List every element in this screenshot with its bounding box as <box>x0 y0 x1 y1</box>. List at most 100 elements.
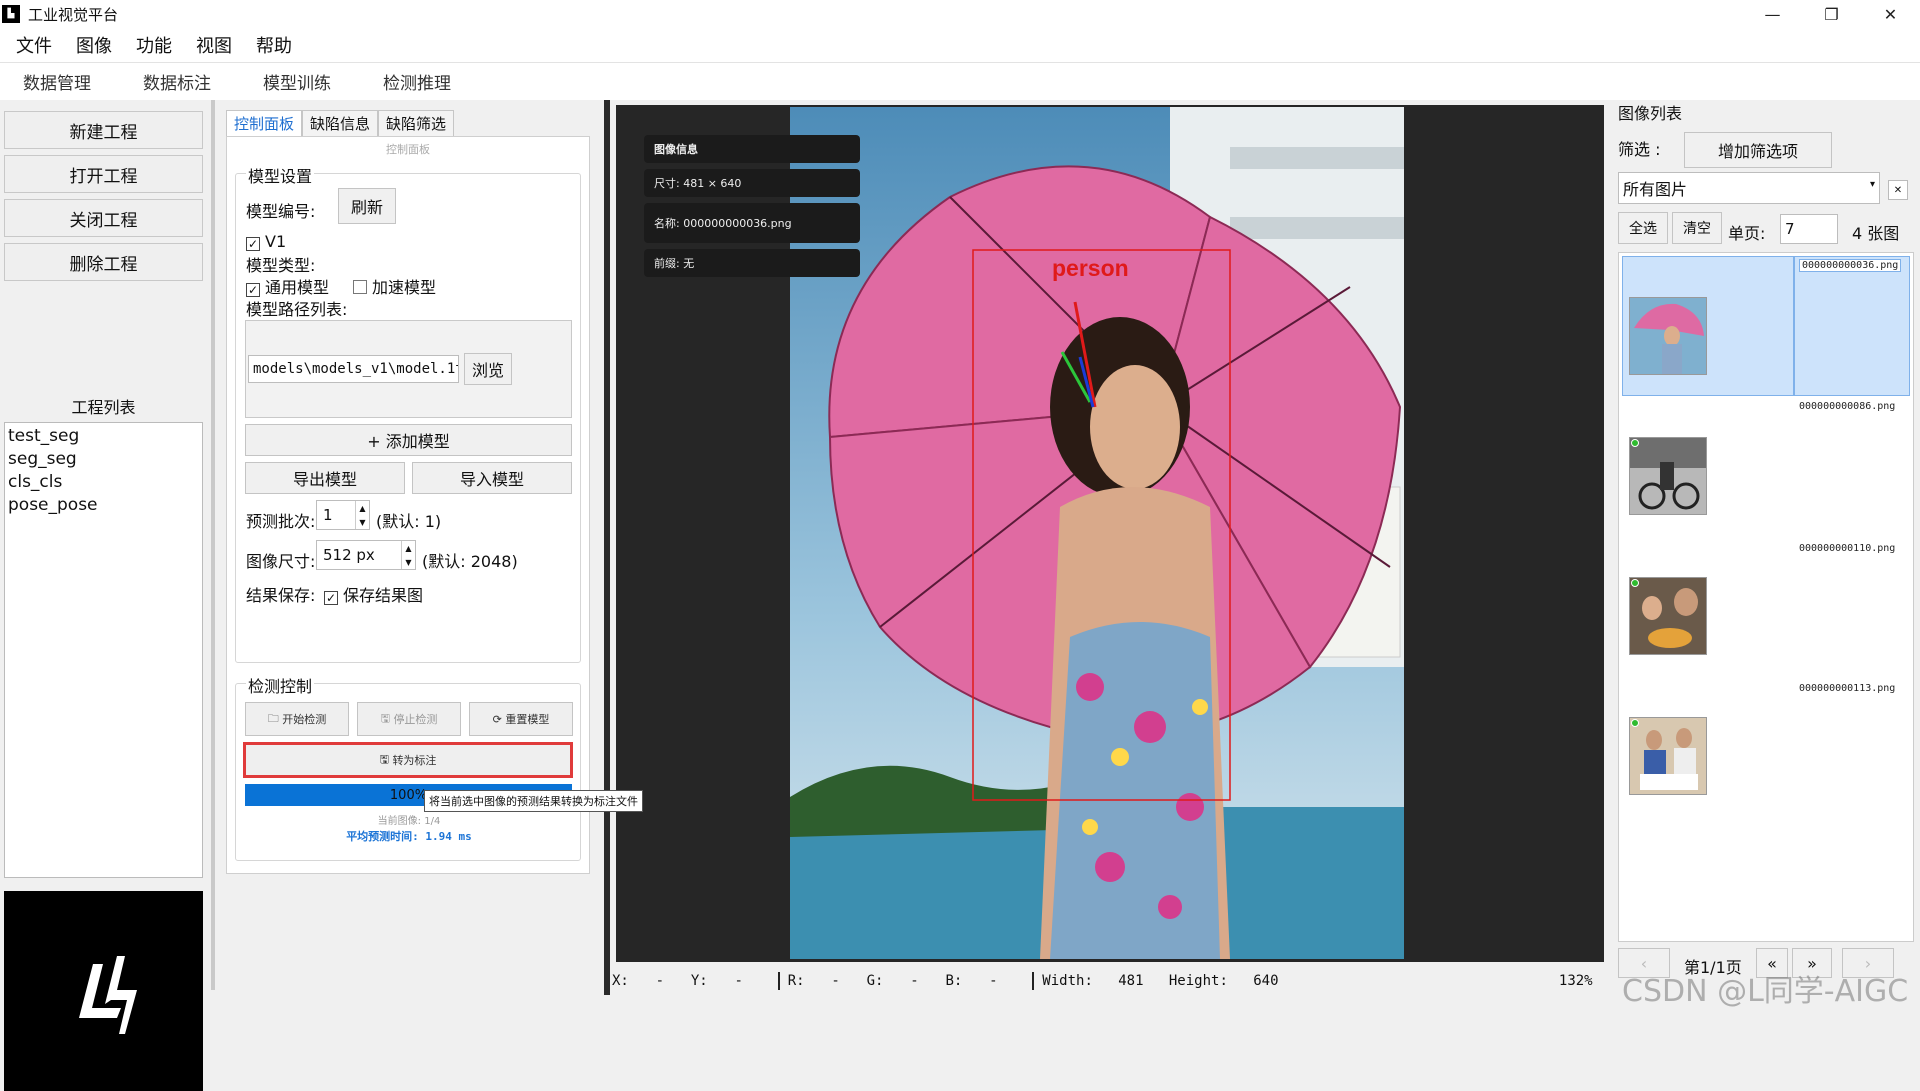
convert-to-annotation-button[interactable]: 🖫 转为标注 <box>243 742 573 778</box>
model-type-label: 模型类型: <box>246 256 316 275</box>
tab-data-management[interactable]: 数据管理 <box>23 69 91 94</box>
brand-logo <box>4 891 203 1091</box>
general-model-checkbox[interactable]: ✓ 通用模型 <box>246 274 329 298</box>
image-viewer[interactable]: person 图像信息 尺寸: 481 × 640 名称: 0000000000… <box>616 105 1604 962</box>
tab-defect-info[interactable]: 缺陷信息 <box>302 110 379 136</box>
status-bar: X: - Y: - R: - G: - B: - Width: 481 Height: 640… <box>612 968 1612 994</box>
delete-project-button[interactable]: 删除工程 <box>4 243 203 281</box>
tab-defect-filter[interactable]: 缺陷筛选 <box>378 110 455 136</box>
photo-scene <box>790 107 1404 959</box>
v1-checkbox[interactable]: ✓ V1 <box>246 232 286 251</box>
start-detect-label: 开始检测 <box>282 713 327 726</box>
zoom-level: 132% <box>1558 973 1593 989</box>
restore-icon[interactable]: ❐ <box>1802 0 1861 28</box>
brand-logo-icon <box>78 956 137 1034</box>
r-value: - <box>831 973 840 989</box>
model-path-field[interactable]: models\models_v1\model.1tbin <box>248 355 459 383</box>
save-icon: 🖫 <box>380 711 394 725</box>
per-page-input[interactable]: 7 <box>1780 214 1838 244</box>
thumbnail-image[interactable] <box>1629 437 1707 515</box>
start-detect-button[interactable]: 🗀 开始检测 <box>245 702 349 736</box>
accel-check-icon <box>353 280 367 294</box>
panel-caption: 控制面板 <box>386 143 430 156</box>
avg-time-text: 平均预测时间: 1.94 ms <box>346 830 472 843</box>
info-prefix: 前缀: 无 <box>644 249 860 277</box>
status-separator <box>777 972 780 990</box>
tab-control-panel[interactable]: 控制面板 <box>226 110 303 136</box>
browse-button[interactable]: 浏览 <box>464 353 512 385</box>
filter-select[interactable]: 所有图片 ▾ <box>1618 172 1880 204</box>
save-check-icon: ✓ <box>324 591 338 605</box>
spin-arrows-icon[interactable]: ▲ ▼ <box>401 541 415 569</box>
model-settings-group: 模型设置 模型编号: 刷新 ✓ V1 模型类型: ✓ 通用模型 加速模型 模型路径列… <box>235 163 581 663</box>
image-size-value: 512 px <box>323 546 375 564</box>
thumb-name[interactable]: 000000000110.png <box>1799 543 1895 554</box>
splitter[interactable] <box>604 100 610 995</box>
menu-image[interactable]: 图像 <box>76 32 112 58</box>
select-all-button[interactable]: 全选 <box>1618 212 1668 244</box>
tab-data-annotation[interactable]: 数据标注 <box>143 69 211 94</box>
filter-select-value: 所有图片 <box>1623 180 1688 199</box>
project-item[interactable]: test_seg <box>8 425 199 448</box>
info-name: 名称: 000000000036.png <box>644 203 860 243</box>
menu-help[interactable]: 帮助 <box>256 32 292 58</box>
close-project-button[interactable]: 关闭工程 <box>4 199 203 237</box>
thumb-name[interactable]: 000000000036.png <box>1799 259 1902 272</box>
save-result-label: 结果保存: <box>246 586 316 605</box>
project-item[interactable]: seg_seg <box>8 448 199 471</box>
project-item[interactable]: pose_pose <box>8 494 199 517</box>
batch-default: (默认: 1) <box>376 512 442 531</box>
model-path-list-label: 模型路径列表: <box>246 300 348 319</box>
clear-button[interactable]: 清空 <box>1672 212 1722 244</box>
b-label: B: <box>945 973 963 989</box>
save-result-checkbox[interactable]: ✓ 保存结果图 <box>324 582 423 606</box>
project-list-title: 工程列表 <box>71 398 136 417</box>
batch-label: 预测批次: <box>246 512 316 531</box>
reset-model-button[interactable]: ⟳ 重置模型 <box>469 702 573 736</box>
menu-view[interactable]: 视图 <box>196 32 232 58</box>
image-count: 4 张图 <box>1852 224 1900 243</box>
refresh-icon: ⟳ <box>492 712 506 726</box>
add-filter-button[interactable]: 增加筛选项 <box>1684 132 1832 168</box>
model-path-list[interactable]: models\models_v1\model.1tbin 浏览 <box>245 320 572 418</box>
thumbnail-image[interactable] <box>1629 297 1707 375</box>
close-icon[interactable]: ✕ <box>1888 180 1908 200</box>
batch-spinbox[interactable]: 1 ▲ ▼ <box>316 500 370 530</box>
stop-detect-button[interactable]: 🖫 停止检测 <box>357 702 461 736</box>
tooltip: 将当前选中图像的预测结果转换为标注文件 <box>424 790 643 812</box>
b-value: - <box>989 973 998 989</box>
open-project-button[interactable]: 打开工程 <box>4 155 203 193</box>
tab-model-training[interactable]: 模型训练 <box>263 69 331 94</box>
export-model-button[interactable]: 导出模型 <box>245 462 405 494</box>
import-model-button[interactable]: 导入模型 <box>412 462 572 494</box>
save-icon: 🖫 <box>379 752 393 766</box>
thumbnail-list[interactable]: 000000000036.png 000000000086.png 000000… <box>1618 252 1914 942</box>
spin-arrows-icon[interactable]: ▲ ▼ <box>355 501 369 529</box>
splitter[interactable] <box>211 100 215 990</box>
menu-file[interactable]: 文件 <box>16 32 52 58</box>
menu-function[interactable]: 功能 <box>136 32 172 58</box>
info-size: 尺寸: 481 × 640 <box>644 169 860 197</box>
thumb-pizza <box>1630 578 1706 654</box>
thumbnail-image[interactable] <box>1629 717 1707 795</box>
detect-control-title: 检测控制 <box>246 673 315 697</box>
thumb-name[interactable]: 000000000086.png <box>1799 401 1895 412</box>
thumbnail-image[interactable] <box>1629 577 1707 655</box>
add-model-button[interactable]: + 添加模型 <box>245 424 572 456</box>
control-panel-body: 控制面板 模型设置 模型编号: 刷新 ✓ V1 模型类型: ✓ 通用模型 加速模型 … <box>226 136 590 874</box>
width-label: Width: <box>1042 973 1093 989</box>
menu-bar: 文件 图像 功能 视图 帮助 <box>0 28 1920 62</box>
project-item[interactable]: cls_cls <box>8 471 199 494</box>
general-check-icon: ✓ <box>246 283 260 297</box>
close-icon[interactable]: ✕ <box>1861 0 1920 28</box>
project-list[interactable]: test_seg seg_seg cls_cls pose_pose <box>4 422 203 878</box>
x-label: X: <box>612 973 629 989</box>
minimize-icon[interactable]: — <box>1743 0 1802 28</box>
thumb-name[interactable]: 000000000113.png <box>1799 683 1895 694</box>
title-bar: ▙ 工业视觉平台 — ❐ ✕ <box>0 0 1920 28</box>
new-project-button[interactable]: 新建工程 <box>4 111 203 149</box>
refresh-button[interactable]: 刷新 <box>338 188 396 224</box>
accel-model-checkbox[interactable]: 加速模型 <box>353 274 436 298</box>
tab-inference[interactable]: 检测推理 <box>383 69 451 94</box>
image-size-spinbox[interactable]: 512 px ▲ ▼ <box>316 540 416 570</box>
